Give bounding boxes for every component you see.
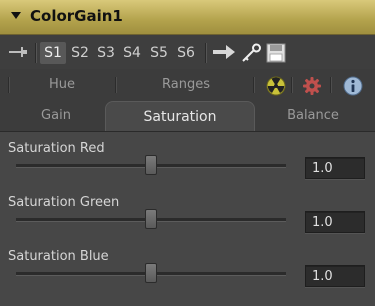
pin-icon[interactable]: [8, 45, 28, 59]
saturation-blue-label: Saturation Blue: [8, 249, 109, 264]
toolbar-separator: [205, 43, 207, 63]
saturation-red-field[interactable]: 1.0: [305, 157, 365, 179]
saturation-green-slider-handle[interactable]: [145, 209, 157, 229]
tab-balance[interactable]: Balance: [258, 101, 368, 131]
slot-s6[interactable]: S6: [174, 42, 198, 64]
tab-saturation-label: Saturation: [143, 109, 217, 125]
saturation-green-slider-track[interactable]: [16, 209, 286, 229]
key-icon[interactable]: [240, 43, 262, 63]
tab-divider: [291, 77, 293, 93]
tab-ranges[interactable]: Ranges: [125, 70, 247, 100]
arrow-right-icon[interactable]: [212, 43, 236, 61]
slot-s4[interactable]: S4: [120, 42, 144, 64]
save-icon[interactable]: [266, 43, 286, 63]
tab-divider: [8, 77, 10, 93]
tab-hue[interactable]: Hue: [14, 70, 110, 100]
saturation-controls: Saturation Red 1.0 Saturation Green 1.0 …: [0, 131, 375, 306]
saturation-blue-slider-track[interactable]: [16, 263, 286, 283]
toolbar: S1 S2 S3 S4 S5 S6: [0, 35, 375, 69]
saturation-green-label: Saturation Green: [8, 195, 120, 210]
saturation-red-slider-track[interactable]: [16, 155, 286, 175]
tab-saturation[interactable]: Saturation: [105, 101, 255, 132]
tab-divider: [253, 77, 255, 93]
saturation-red-label: Saturation Red: [8, 141, 105, 156]
toolbar-separator: [35, 43, 37, 63]
tab-row-top: Hue Ranges: [0, 70, 375, 100]
collapse-arrow-icon[interactable]: [11, 12, 21, 19]
tool-title: ColorGain1: [30, 7, 123, 25]
info-icon[interactable]: [343, 76, 363, 96]
title-bar[interactable]: ColorGain1: [0, 0, 375, 35]
slot-s5[interactable]: S5: [147, 42, 171, 64]
tab-gain[interactable]: Gain: [8, 101, 104, 131]
gear-icon[interactable]: [302, 76, 322, 96]
saturation-green-field[interactable]: 1.0: [305, 211, 365, 233]
tab-divider: [115, 77, 117, 93]
slot-s1[interactable]: S1: [40, 42, 66, 64]
tool-panel: ColorGain1 S1 S2 S3 S4 S5 S6 Hue Ranges …: [0, 0, 375, 306]
slot-s2[interactable]: S2: [68, 42, 92, 64]
saturation-red-slider-handle[interactable]: [145, 155, 157, 175]
tab-divider: [330, 77, 332, 93]
slot-s3[interactable]: S3: [94, 42, 118, 64]
saturation-blue-slider-handle[interactable]: [145, 263, 157, 283]
radiation-icon[interactable]: [266, 76, 286, 96]
saturation-blue-field[interactable]: 1.0: [305, 265, 365, 287]
